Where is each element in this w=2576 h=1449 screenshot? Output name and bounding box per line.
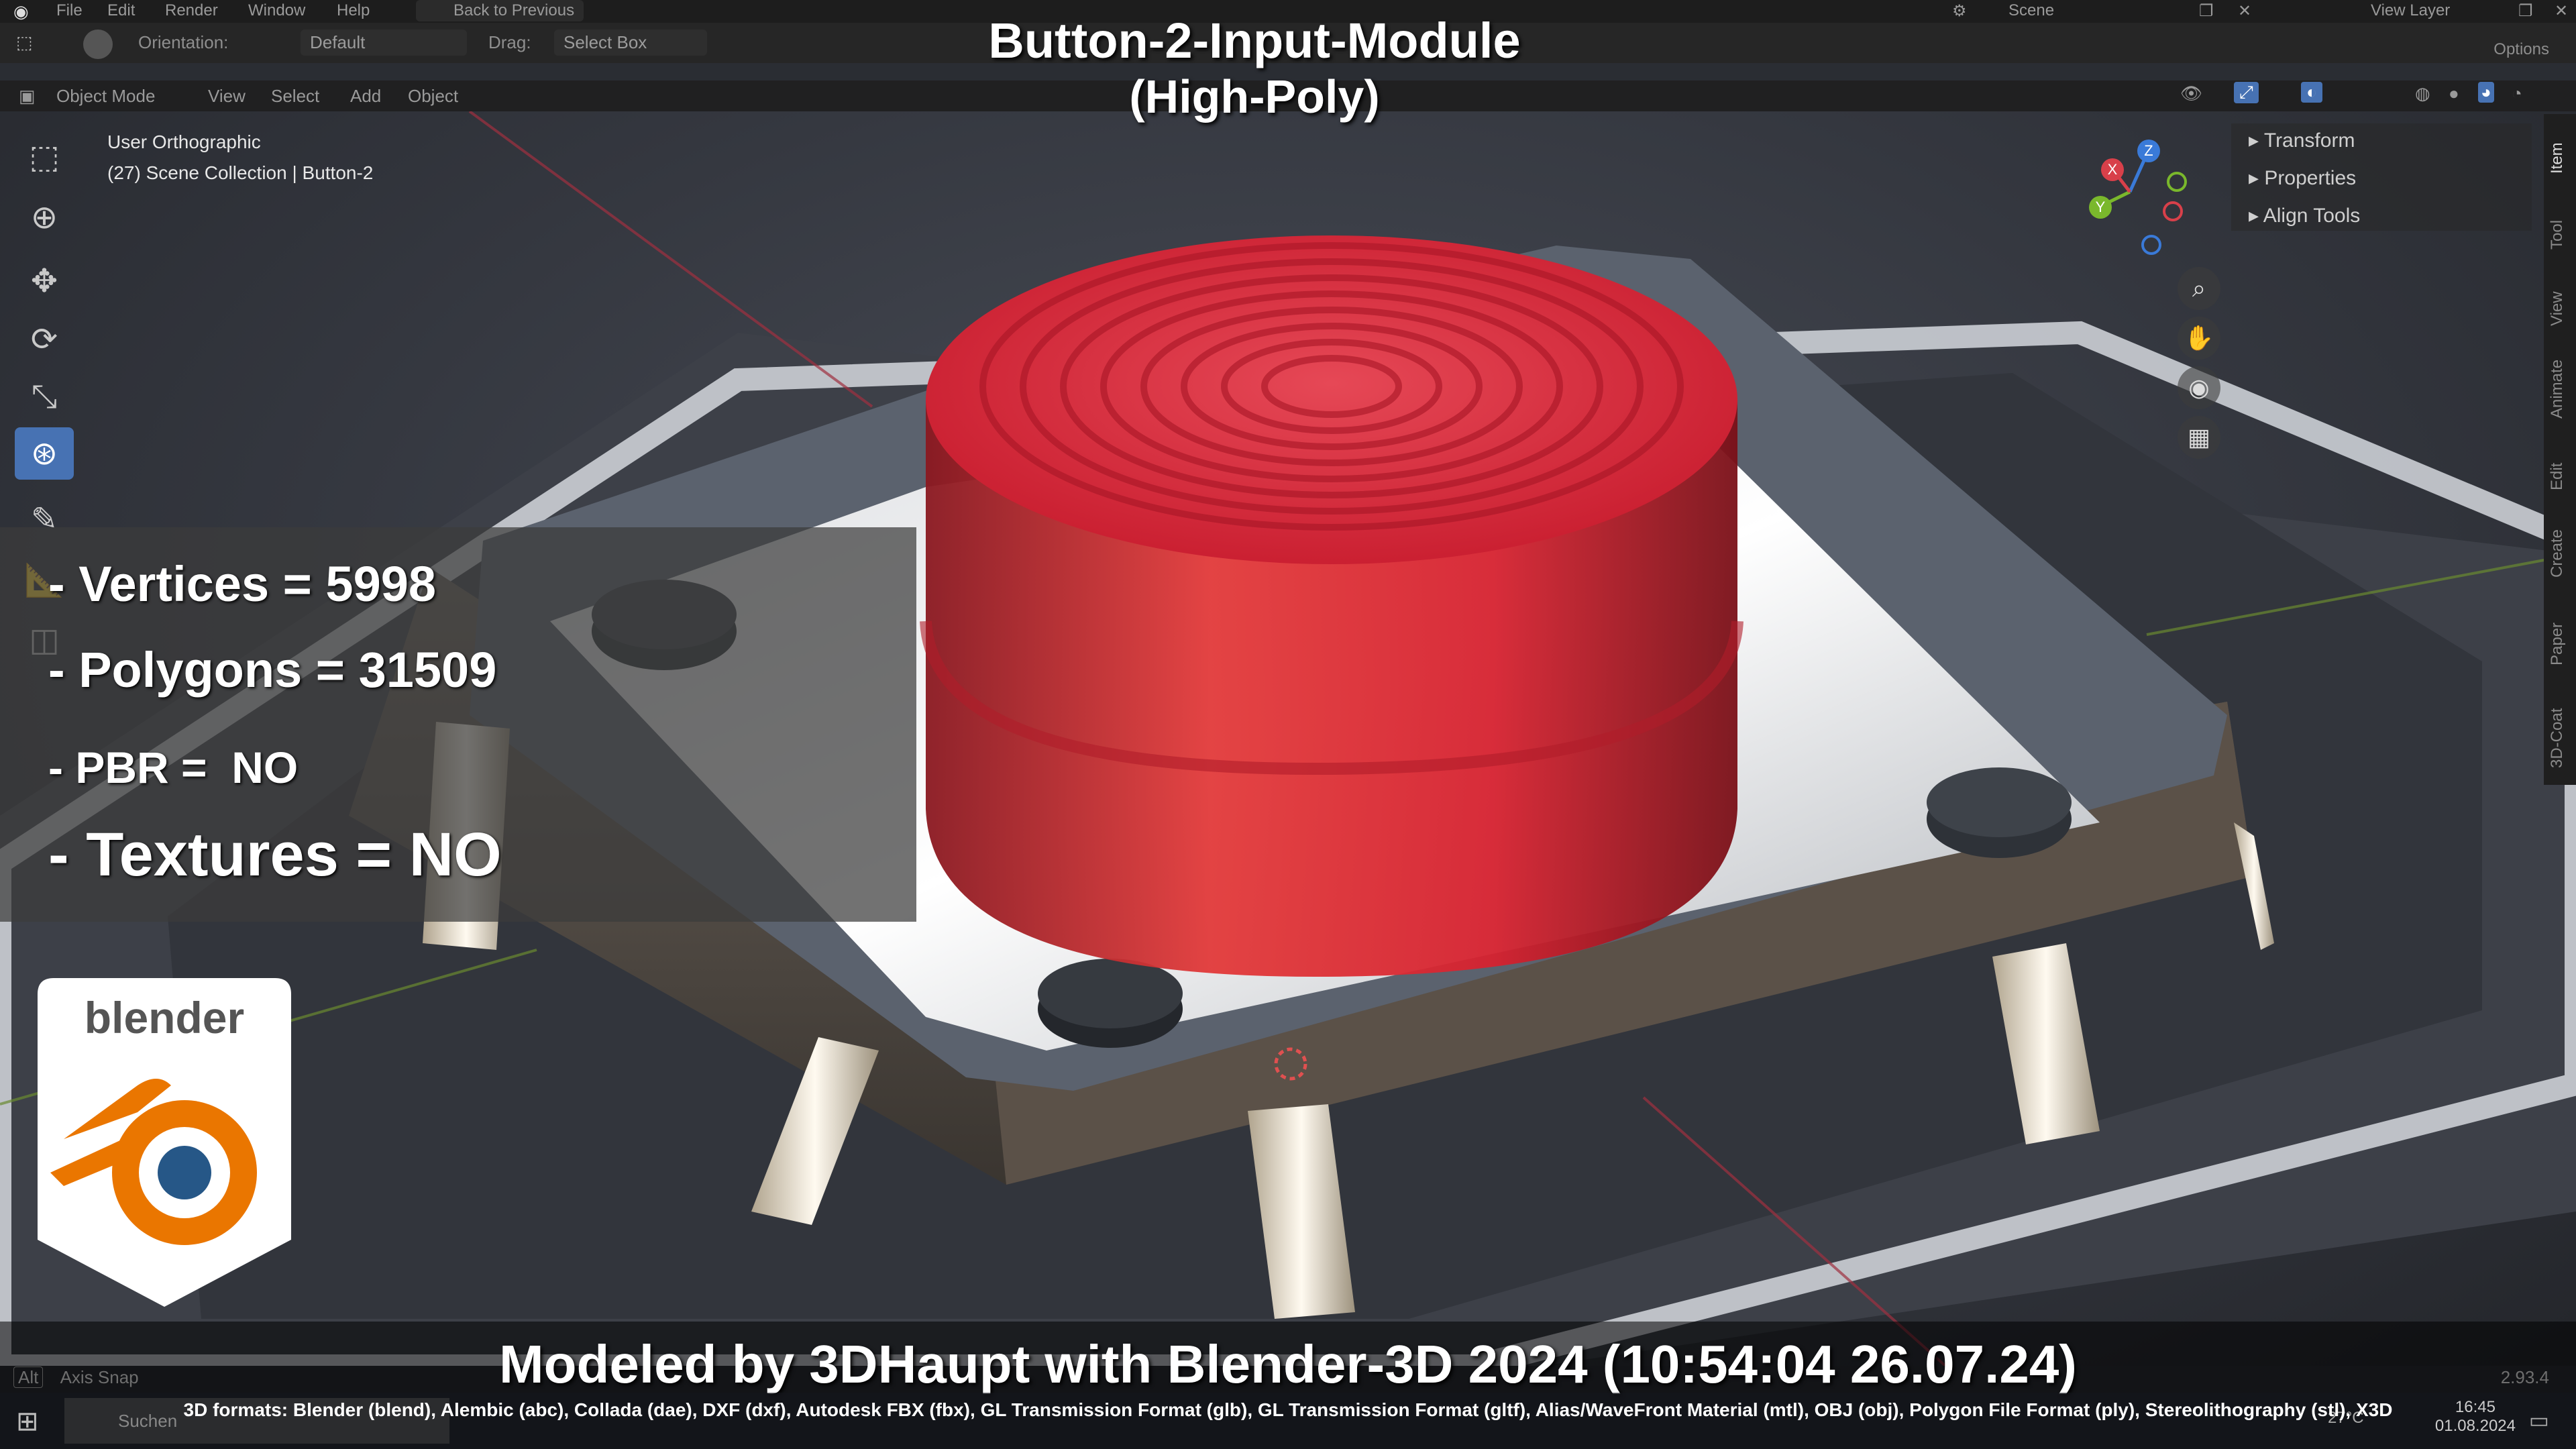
options-dropdown[interactable]: Options	[2493, 40, 2549, 59]
panel-properties-label: Properties	[2264, 167, 2357, 189]
menu-object[interactable]: Object	[408, 86, 458, 107]
mode-dropdown[interactable]: Object Mode	[56, 86, 155, 107]
taskbar-clock[interactable]: 16:45 01.08.2024	[2435, 1398, 2516, 1436]
clock-date: 01.08.2024	[2434, 1417, 2516, 1435]
camera-icon[interactable]: ◉	[2178, 366, 2220, 409]
panel-align-tools-label: Align Tools	[2263, 205, 2361, 227]
stat-polygons: - Polygons = 31509	[48, 642, 497, 698]
orientation-label: Orientation:	[138, 32, 229, 52]
panel-properties[interactable]: ▸ Properties	[2249, 166, 2356, 190]
zoom-icon[interactable]: ⌕	[2178, 267, 2220, 310]
stat-vertices: - Vertices = 5998	[48, 556, 437, 612]
clock-time: 16:45	[2455, 1398, 2496, 1416]
rotate-tool-icon[interactable]: ⟳	[15, 313, 74, 366]
modeled-by-caption: Modeled by 3DHaupt with Blender-3D 2024 …	[499, 1334, 2077, 1394]
tab-3d-coat[interactable]: 3D-Coat	[2548, 691, 2572, 785]
formats-caption: 3D formats: Blender (blend), Alembic (ab…	[183, 1399, 2393, 1420]
orientation-dropdown[interactable]: Default	[301, 30, 467, 56]
panel-align-tools[interactable]: ▸ Align Tools	[2249, 204, 2360, 227]
scene-selector[interactable]: Scene	[2008, 1, 2054, 20]
delete-scene-icon[interactable]: ✕	[2238, 1, 2251, 21]
select-box-tool-icon[interactable]: ⬚	[15, 131, 74, 183]
tab-animate[interactable]: Animate	[2548, 342, 2572, 436]
gizmo-y[interactable]: Y	[2089, 196, 2112, 219]
tab-item[interactable]: Item	[2548, 125, 2572, 192]
view-name-label: User Orthographic	[107, 131, 261, 152]
overlay-subtitle: (High-Poly)	[1129, 70, 1380, 123]
material-shading-icon[interactable]: ◕	[2478, 82, 2494, 103]
drag-label: Drag:	[488, 32, 531, 52]
tab-create[interactable]: Create	[2548, 510, 2572, 597]
menu-select[interactable]: Select	[271, 86, 319, 107]
back-to-previous-button[interactable]: Back to Previous	[416, 0, 584, 21]
gizmo-neg-z[interactable]	[2141, 235, 2161, 255]
delete-view-layer-icon[interactable]: ✕	[2555, 1, 2568, 21]
collection-info-label: (27) Scene Collection | Button-2	[107, 162, 374, 183]
panel-transform-label: Transform	[2263, 129, 2355, 152]
sidebar-tabs: Item Tool View Animate Edit Create Paper…	[2544, 114, 2576, 785]
object-mode-icon: ▣	[19, 86, 36, 106]
tab-tool[interactable]: Tool	[2548, 201, 2572, 268]
rendered-shading-icon[interactable]: ◔	[2512, 83, 2522, 104]
gizmo-x[interactable]: X	[2101, 158, 2124, 181]
panel-transform[interactable]: ▸ Transform	[2249, 129, 2355, 152]
move-tool-icon[interactable]: ✥	[15, 255, 74, 307]
scene-icon: ⚙	[1952, 2, 1967, 20]
menu-window[interactable]: Window	[248, 1, 305, 20]
ortho-grid-icon[interactable]: ▦	[2178, 416, 2220, 459]
menu-add[interactable]: Add	[350, 86, 381, 107]
menu-render[interactable]: Render	[165, 1, 218, 20]
stats-panel: - Vertices = 5998 - Polygons = 31509 - P…	[0, 527, 916, 922]
gizmo-z[interactable]: Z	[2137, 140, 2160, 162]
gizmo-neg-x[interactable]	[2163, 201, 2183, 221]
solid-shading-icon[interactable]: ●	[2449, 83, 2459, 104]
drag-dropdown[interactable]: Select Box	[554, 30, 707, 56]
cursor-tool-icon[interactable]: ⊕	[15, 191, 74, 244]
gizmo-neg-y[interactable]	[2167, 172, 2187, 192]
active-tool-icon[interactable]: ⬚	[16, 32, 33, 53]
scale-tool-icon[interactable]: ⤡	[15, 371, 74, 423]
blender-logo-icon[interactable]: ◉	[13, 1, 29, 22]
menu-file[interactable]: File	[56, 1, 83, 20]
menu-help[interactable]: Help	[337, 1, 370, 20]
overlay-toggle-icon[interactable]: ◐	[2301, 82, 2322, 103]
tab-paper[interactable]: Paper	[2548, 604, 2572, 684]
menu-edit[interactable]: Edit	[107, 1, 135, 20]
tab-view[interactable]: View	[2548, 275, 2572, 342]
stat-textures: - Textures = NO	[48, 820, 502, 889]
navigation-gizmo[interactable]: Z Y X	[2080, 131, 2187, 255]
overlay-title: Button-2-Input-Module	[988, 13, 1521, 68]
transform-tool-icon[interactable]: ⊛	[15, 427, 74, 480]
menu-view[interactable]: View	[208, 86, 246, 107]
new-scene-icon[interactable]: ❐	[2199, 1, 2214, 21]
new-view-layer-icon[interactable]: ❐	[2518, 1, 2533, 21]
pan-hand-icon[interactable]: ✋	[2178, 317, 2220, 360]
gizmo-toggle-icon[interactable]: ⤢	[2234, 82, 2259, 103]
sidebar-n-panel: ▸ Transform ▸ Properties ▸ Align Tools	[2231, 123, 2532, 231]
tab-edit[interactable]: Edit	[2548, 443, 2572, 510]
blender-logo: blender	[38, 978, 291, 1307]
visibility-icon[interactable]: 👁	[2180, 83, 2202, 104]
svg-text:blender: blender	[85, 993, 244, 1042]
view-layer-selector[interactable]: View Layer	[2371, 1, 2450, 20]
stat-pbr: - PBR = NO	[48, 743, 299, 792]
wireframe-shading-icon[interactable]: ◍	[2415, 83, 2430, 104]
transform-pivot-icon[interactable]	[83, 30, 113, 59]
